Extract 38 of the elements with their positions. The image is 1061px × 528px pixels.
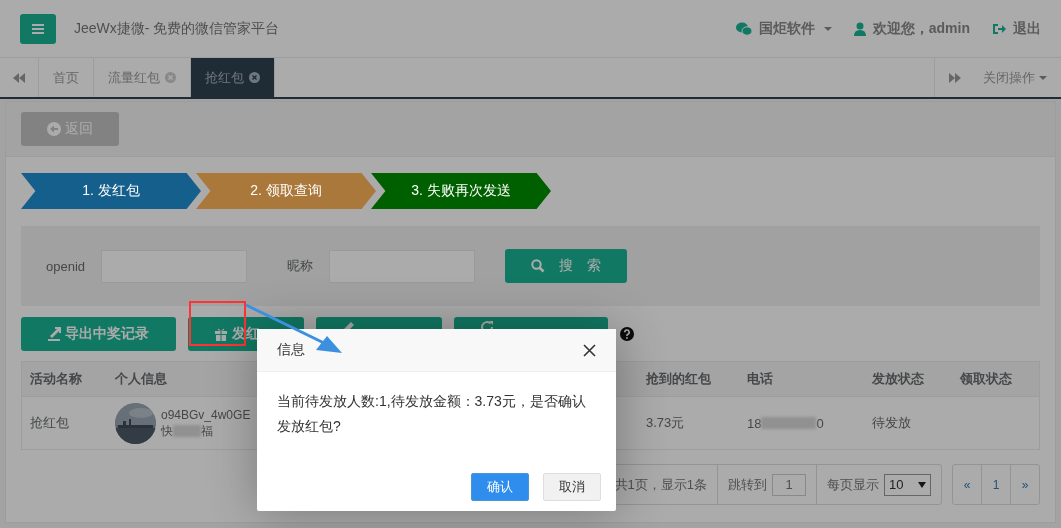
nickname-text: 快	[161, 423, 173, 439]
logout-link[interactable]: 退出	[992, 19, 1041, 38]
page-input[interactable]: 1	[772, 473, 806, 496]
page-size-select[interactable]: 10	[884, 473, 931, 496]
step[interactable]: 1. 发红包	[21, 173, 201, 209]
step[interactable]: 3. 失败再次发送	[371, 173, 551, 209]
openid-text: o94BGv_4w0GE	[161, 407, 251, 423]
phone-text: 18	[747, 415, 762, 431]
page-link[interactable]: »	[1011, 465, 1039, 504]
column-header: 个人信息	[114, 370, 168, 388]
search-button[interactable]: 搜 索	[505, 249, 628, 283]
tab[interactable]: 抢红包	[191, 58, 275, 97]
step[interactable]: 2. 领取查询	[196, 173, 376, 209]
table-cell-text: 3.73元	[645, 414, 686, 432]
phone-text: 0	[816, 415, 824, 431]
jump-label: 跳转到	[728, 475, 767, 494]
table-cell-text: 待发放	[871, 414, 912, 432]
page-link[interactable]: 1	[982, 465, 1011, 504]
column-header: 活动名称	[29, 370, 83, 388]
company-menu[interactable]: 国炬软件	[735, 19, 832, 38]
dialog-message: 当前待发放人数:1,待发放金额：3.73元，是否确认发放红包?	[276, 392, 587, 436]
action-button[interactable]: 导出中奖记录	[21, 317, 176, 351]
app-title: JeeWx捷微- 免费的微信管家平台	[74, 19, 280, 38]
page-link[interactable]: «	[953, 465, 982, 504]
field-label: openid	[46, 258, 86, 274]
user-greeting[interactable]: 欢迎您，admin	[853, 19, 970, 38]
cancel-button[interactable]: 取消	[543, 473, 601, 501]
table-cell-text: 抢红包	[29, 414, 70, 432]
column-header: 发放状态	[871, 370, 925, 388]
nickname-text: 福	[201, 423, 213, 439]
column-header: 抢到的红包	[645, 370, 712, 388]
tab[interactable]: 首页	[39, 58, 94, 97]
field-label: 昵称	[287, 257, 314, 275]
column-header: 领取状态	[958, 370, 1013, 388]
page-size-label: 每页显示	[827, 475, 879, 494]
confirm-button[interactable]: 确认	[471, 473, 529, 501]
column-header: 电话	[746, 370, 774, 388]
close-tabs-menu[interactable]: 关闭操作	[975, 58, 1061, 97]
